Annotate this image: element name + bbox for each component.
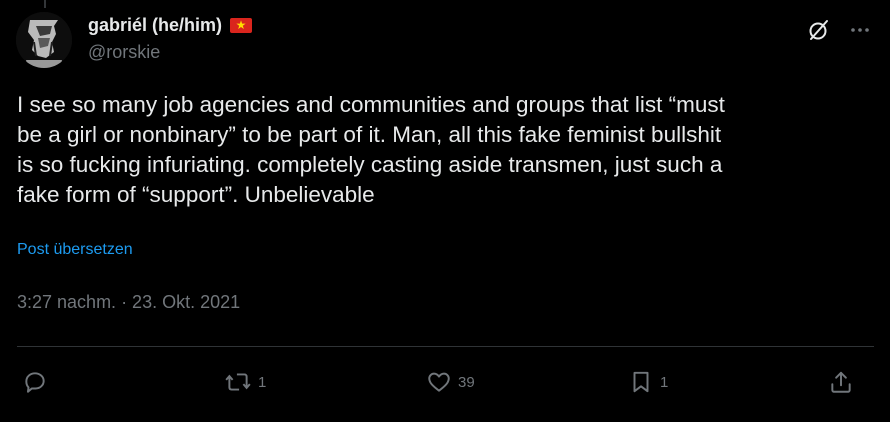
tweet-text: I see so many job agencies and communiti… xyxy=(17,92,725,207)
divider xyxy=(17,346,874,347)
avatar-sketch-icon xyxy=(16,12,72,68)
more-icon[interactable] xyxy=(846,16,874,44)
post-timestamp[interactable]: 3:27 nachm. · 23. Okt. 2021 xyxy=(17,292,240,313)
like-button[interactable]: 39 xyxy=(426,366,475,398)
vietnam-flag-icon: ★ xyxy=(230,17,253,33)
grok-icon[interactable] xyxy=(804,16,832,44)
bookmark-count: 1 xyxy=(660,373,669,391)
repost-icon xyxy=(225,373,251,391)
header-actions xyxy=(804,16,874,44)
avatar[interactable] xyxy=(16,12,72,68)
action-bar: 1 39 1 xyxy=(16,366,874,398)
post-header: gabriél (he/him) ★ @rorskie xyxy=(16,8,874,68)
author-handle[interactable]: @rorskie xyxy=(88,42,252,63)
translate-post-link[interactable]: Post übersetzen xyxy=(17,241,133,259)
bookmark-button[interactable]: 1 xyxy=(628,366,668,398)
author-names: gabriél (he/him) ★ @rorskie xyxy=(88,14,253,63)
display-name-row: gabriél (he/him) ★ xyxy=(88,14,253,36)
thread-connector-line xyxy=(44,0,46,8)
share-icon xyxy=(831,371,851,393)
heart-icon xyxy=(428,372,450,392)
share-button[interactable] xyxy=(828,366,854,398)
like-count: 39 xyxy=(458,373,475,391)
repost-button[interactable]: 1 xyxy=(224,366,266,398)
display-name[interactable]: gabriél (he/him) xyxy=(88,15,222,36)
repost-count: 1 xyxy=(258,373,267,391)
reply-icon xyxy=(25,372,45,393)
bookmark-icon xyxy=(633,371,649,393)
reply-button[interactable] xyxy=(22,366,54,398)
